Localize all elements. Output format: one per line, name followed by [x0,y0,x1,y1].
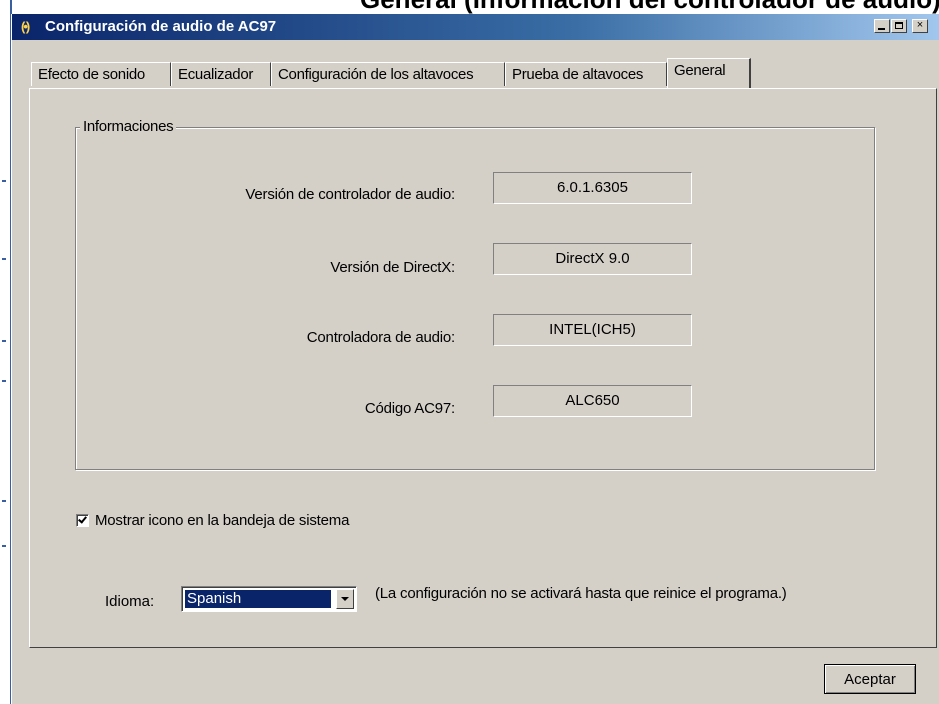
minimize-button[interactable] [874,19,890,33]
tab-prueba-altavoces[interactable]: Prueba de altavoces [505,62,667,86]
audio-config-window: (•) Configuración de audio de AC97 × Efe… [11,14,939,704]
close-button[interactable]: × [912,19,928,33]
ac97-code-label: Código AC97: [364,400,455,417]
title-bar[interactable]: (•) Configuración de audio de AC97 × [12,14,939,40]
directx-version-value: DirectX 9.0 [493,243,692,275]
chevron-down-icon[interactable] [336,589,354,609]
ac97-code-value: ALC650 [493,385,692,417]
info-group-title: Informaciones [80,118,177,135]
language-label: Idioma: [105,593,155,610]
audio-controller-value: INTEL(ICH5) [493,314,692,346]
driver-version-label: Versión de controlador de audio: [245,186,455,203]
language-selected-value[interactable]: Spanish [184,589,332,609]
edge-tick [2,340,6,342]
maximize-icon [895,22,903,29]
edge-tick [2,380,6,382]
edge-tick [2,180,6,182]
tray-icon-option[interactable]: Mostrar icono en la bandeja de sistema [76,511,349,529]
tab-general[interactable]: General [667,58,751,88]
edge-tick [2,500,6,502]
maximize-button[interactable] [891,19,907,33]
screenshot-stage: General (Información del controlador de … [0,0,939,704]
info-groupbox [75,127,875,470]
close-icon: × [916,19,924,31]
window-title: Configuración de audio de AC97 [45,18,277,35]
edge-tick [2,545,6,547]
tab-configuracion-altavoces[interactable]: Configuración de los altavoces [271,62,505,86]
tray-icon-label[interactable]: Mostrar icono en la bandeja de sistema [95,512,349,529]
audio-controller-label: Controladora de audio: [306,329,455,346]
tab-efecto-de-sonido[interactable]: Efecto de sonido [31,62,171,86]
restart-note: (La configuración no se activará hasta q… [375,585,787,602]
speaker-waves-icon: (•) [21,19,30,34]
edge-tick [2,258,6,260]
tab-ecualizador[interactable]: Ecualizador [171,62,271,86]
minimize-icon [878,28,885,30]
tray-icon-checkbox[interactable] [76,513,89,527]
checkmark-icon [78,513,87,524]
general-tab-panel: Informaciones Versión de controlador de … [29,88,937,648]
ok-button[interactable]: Aceptar [824,664,916,694]
language-select[interactable]: Spanish [181,586,357,612]
directx-version-label: Versión de DirectX: [330,259,455,276]
driver-version-value: 6.0.1.6305 [493,172,692,204]
background-heading-fragment: General (Información del controlador de … [360,0,939,15]
